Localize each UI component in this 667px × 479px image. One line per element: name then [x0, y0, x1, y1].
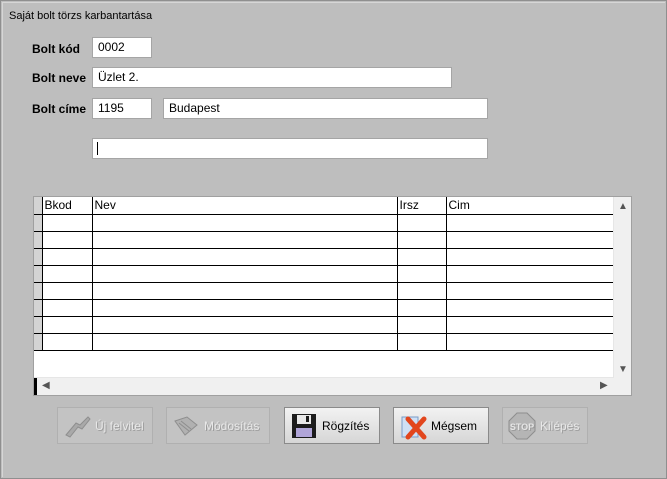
grid-cell[interactable] — [91, 213, 398, 232]
horizontal-scrollbar[interactable]: ◀ ▶ — [34, 377, 614, 395]
row-indicator[interactable] — [34, 213, 43, 232]
bolt-neve-field[interactable]: Üzlet 2. — [92, 67, 452, 88]
grid-cell[interactable] — [445, 298, 615, 317]
grid-cell[interactable] — [445, 281, 615, 300]
row-indicator[interactable] — [34, 264, 43, 283]
modositas-button[interactable]: Módosítás — [166, 407, 270, 444]
grid-cell[interactable] — [41, 213, 93, 232]
uj-felvitel-button[interactable]: Új felvitel — [57, 407, 153, 444]
grid-cell[interactable] — [91, 315, 398, 334]
grid-header-row: Bkod Nev Irsz Cim — [34, 197, 615, 215]
bolt-neve-label: Bolt neve — [32, 71, 87, 85]
grid-cell[interactable] — [91, 264, 398, 283]
grid-cell[interactable] — [445, 213, 615, 232]
modositas-label: Módosítás — [204, 418, 260, 433]
row-indicator-header — [34, 197, 43, 215]
column-header-irsz[interactable]: Irsz — [396, 197, 447, 215]
vertical-scrollbar[interactable]: ▲ ▼ — [613, 197, 631, 379]
row-indicator[interactable] — [34, 315, 43, 334]
grid-cell[interactable] — [91, 230, 398, 249]
grid-cell[interactable] — [445, 247, 615, 266]
varos-field[interactable]: Budapest — [163, 98, 488, 119]
cim2-field[interactable] — [92, 138, 488, 159]
table-row[interactable] — [34, 315, 615, 334]
megsem-label: Mégsem — [431, 418, 478, 433]
rogzites-button[interactable]: Rögzítés — [284, 407, 380, 444]
megsem-button[interactable]: Mégsem — [393, 407, 489, 444]
grid-cell[interactable] — [41, 298, 93, 317]
table-row[interactable] — [34, 230, 615, 249]
floppy-disk-icon — [289, 411, 319, 441]
grid-cell[interactable] — [396, 230, 447, 249]
grid-cell[interactable] — [41, 264, 93, 283]
grid-cell[interactable] — [445, 264, 615, 283]
bolt-kod-field[interactable]: 0002 — [92, 37, 152, 58]
bolt-grid[interactable]: Bkod Nev Irsz Cim ▲ ▼ ◀ ▶ — [33, 196, 632, 396]
grid-cell[interactable] — [396, 247, 447, 266]
grid-cell[interactable] — [445, 332, 615, 351]
table-row[interactable] — [34, 281, 615, 300]
rogzites-label: Rögzítés — [322, 418, 370, 433]
table-row[interactable] — [34, 332, 615, 351]
grid-cell[interactable] — [396, 298, 447, 317]
grid-cell[interactable] — [396, 332, 447, 351]
row-indicator[interactable] — [34, 247, 43, 266]
scroll-position-mark — [34, 378, 37, 395]
bolt-cime-label: Bolt címe — [32, 102, 87, 116]
grid-cell[interactable] — [445, 230, 615, 249]
grid-cell[interactable] — [41, 332, 93, 351]
uj-felvitel-label: Új felvitel — [95, 418, 144, 433]
grid-cell[interactable] — [396, 315, 447, 334]
grid-cell[interactable] — [91, 298, 398, 317]
grid-cell[interactable] — [91, 247, 398, 266]
grid-cell[interactable] — [41, 281, 93, 300]
table-row[interactable] — [34, 213, 615, 232]
edit-icon — [171, 411, 201, 441]
row-indicator[interactable] — [34, 230, 43, 249]
scroll-down-arrow-icon[interactable]: ▼ — [618, 365, 628, 375]
scroll-up-arrow-icon[interactable]: ▲ — [618, 202, 628, 212]
grid-cell[interactable] — [91, 281, 398, 300]
scroll-right-arrow-icon[interactable]: ▶ — [600, 381, 608, 391]
irsz-field[interactable]: 1195 — [92, 98, 152, 119]
scroll-left-arrow-icon[interactable]: ◀ — [42, 381, 50, 391]
row-indicator[interactable] — [34, 281, 43, 300]
grid-table: Bkod Nev Irsz Cim — [34, 197, 615, 351]
new-record-icon — [62, 411, 92, 441]
grid-cell[interactable] — [445, 315, 615, 334]
column-header-nev[interactable]: Nev — [91, 197, 398, 215]
grid-cell[interactable] — [41, 315, 93, 334]
text-caret — [97, 142, 98, 156]
grid-cell[interactable] — [41, 247, 93, 266]
grid-cell[interactable] — [396, 281, 447, 300]
table-row[interactable] — [34, 247, 615, 266]
scrollbar-corner — [614, 378, 631, 395]
table-row[interactable] — [34, 264, 615, 283]
cancel-x-icon — [398, 411, 428, 441]
grid-cell[interactable] — [396, 213, 447, 232]
row-indicator[interactable] — [34, 332, 43, 351]
window-title: Saját bolt törzs karbantartása — [9, 10, 153, 22]
grid-cell[interactable] — [396, 264, 447, 283]
grid-cell[interactable] — [91, 332, 398, 351]
stop-sign-icon: STOP — [507, 411, 537, 441]
row-indicator[interactable] — [34, 298, 43, 317]
kilepes-button[interactable]: STOP Kilépés — [502, 407, 588, 444]
grid-cell[interactable] — [41, 230, 93, 249]
kilepes-label: Kilépés — [540, 418, 580, 433]
column-header-cim[interactable]: Cim — [445, 197, 615, 215]
svg-text:STOP: STOP — [510, 422, 534, 432]
column-header-bkod[interactable]: Bkod — [41, 197, 93, 215]
table-row[interactable] — [34, 298, 615, 317]
bolt-kod-label: Bolt kód — [32, 42, 80, 56]
